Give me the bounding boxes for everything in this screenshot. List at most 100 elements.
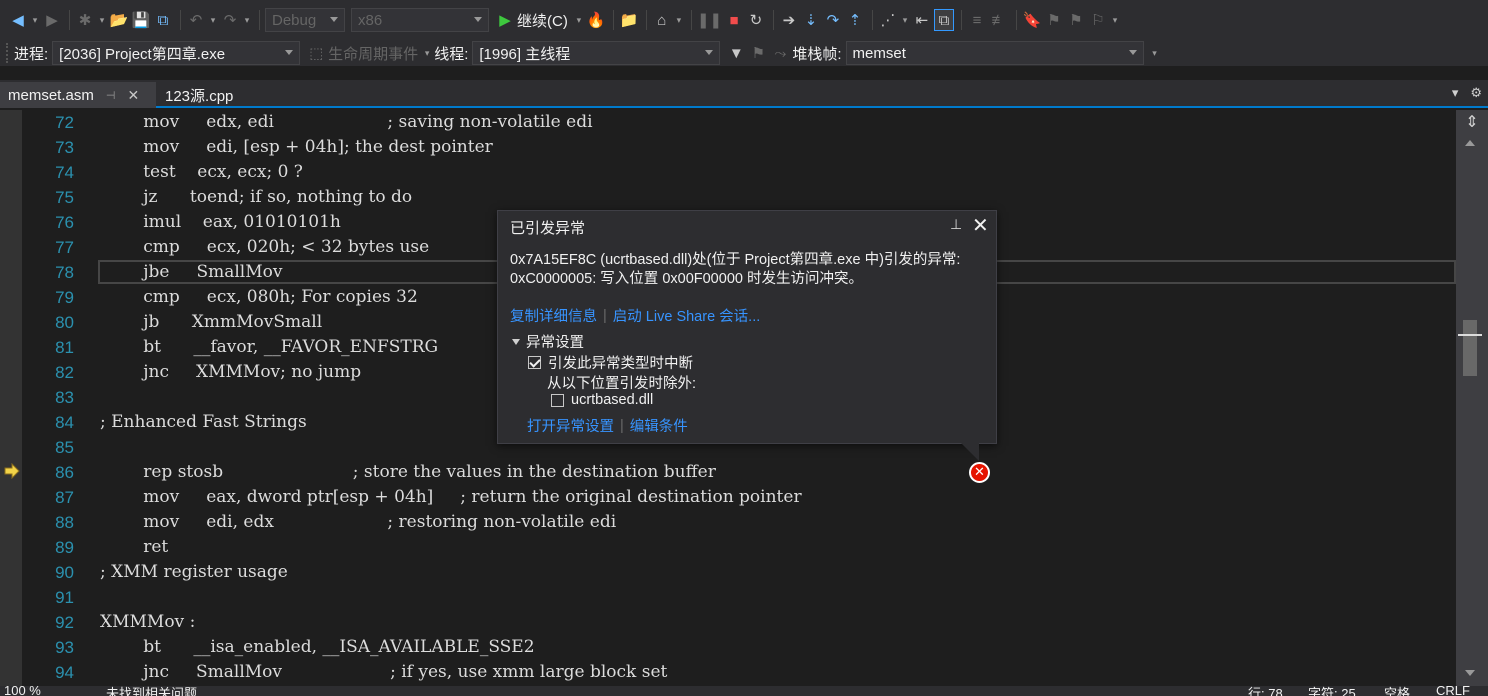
module-exception-checkbox[interactable] — [551, 393, 564, 407]
new-project-icon[interactable]: ✱ — [75, 9, 95, 31]
restart-icon[interactable]: ↻ — [746, 9, 766, 31]
settings-gear-icon[interactable]: ⚙ — [1470, 85, 1482, 101]
code-text[interactable]: XMMMov : — [100, 610, 195, 635]
step-out-icon[interactable]: ⇡ — [845, 9, 865, 31]
show-flagged-threads-icon[interactable]: ⤳ — [770, 42, 790, 64]
collapse-triangle-icon[interactable] — [512, 338, 520, 345]
copy-details-link[interactable]: 复制详细信息 — [510, 305, 597, 326]
code-line[interactable]: 87 mov eax, dword ptr[esp + 04h] ; retur… — [0, 485, 1456, 510]
step-over-icon[interactable]: ↷ — [823, 9, 843, 31]
toolbar-grip[interactable] — [6, 43, 10, 63]
next-statement-arrow-icon[interactable] — [4, 463, 20, 479]
code-text[interactable]: cmp ecx, 080h; For copies 32 — [100, 285, 418, 310]
toggle-flag-icon[interactable]: ⚑ — [748, 42, 768, 64]
tab-list-dropdown-icon[interactable]: ▾ — [1452, 85, 1459, 101]
break-on-exception-option[interactable]: 引发此异常类型时中断 — [528, 352, 693, 373]
break-all-icon[interactable]: ❚❚ — [697, 9, 722, 31]
home-dropdown-icon[interactable]: ▾ — [674, 9, 684, 31]
lifecycle-events-icon[interactable]: ⬚ — [306, 42, 326, 64]
code-text[interactable]: jz toend; if so, nothing to do — [100, 185, 412, 210]
bookmark-icon[interactable]: 🔖 — [1022, 9, 1042, 31]
break-on-exception-checkbox[interactable] — [528, 356, 541, 369]
code-line[interactable]: 75 jz toend; if so, nothing to do — [0, 185, 1456, 210]
split-window-icon[interactable]: ⇕ — [1461, 112, 1483, 134]
code-line[interactable]: 73 mov edi, [esp + 04h]; the dest pointe… — [0, 135, 1456, 160]
show-threads-in-source-icon[interactable]: ⧉ — [933, 9, 954, 31]
code-line[interactable]: 86 rep stosb ; store the values in the d… — [0, 460, 1456, 485]
code-text[interactable]: imul eax, 01010101h — [100, 210, 341, 235]
code-text[interactable]: bt __favor, __FAVOR_ENFSTRG — [100, 335, 438, 360]
line-ending-status[interactable]: CRLF — [1436, 686, 1470, 696]
code-text[interactable]: mov edi, [esp + 04h]; the dest pointer — [100, 135, 493, 160]
continue-icon[interactable]: ▶ — [495, 9, 515, 31]
lifecycle-dropdown-icon[interactable]: ▾ — [422, 42, 432, 64]
save-icon[interactable]: 💾 — [131, 9, 151, 31]
close-popup-icon[interactable]: ✕ — [972, 213, 989, 237]
edit-conditions-link[interactable]: 编辑条件 — [630, 415, 688, 436]
exception-settings-header[interactable]: 异常设置 — [512, 331, 584, 352]
thread-select[interactable]: [1996] 主线程 — [472, 41, 721, 65]
toolbar-options-icon[interactable]: ▾ — [1110, 9, 1120, 31]
code-text[interactable]: ; Enhanced Fast Strings — [100, 410, 307, 435]
code-text[interactable]: mov eax, dword ptr[esp + 04h] ; return t… — [100, 485, 801, 510]
undo-icon[interactable]: ↶ — [186, 9, 206, 31]
toolbar-options-icon[interactable]: ▾ — [1150, 42, 1160, 64]
continue-dropdown-icon[interactable]: ▾ — [574, 9, 584, 31]
code-text[interactable]: jnc SmallMov ; if yes, use xmm large blo… — [100, 660, 667, 685]
code-line[interactable]: 94 jnc SmallMov ; if yes, use xmm large … — [0, 660, 1456, 685]
code-line[interactable]: 92 XMMMov : — [0, 610, 1456, 635]
code-text[interactable]: cmp ecx, 020h; < 32 bytes use — [100, 235, 429, 260]
vertical-scrollbar[interactable]: ⇕ — [1456, 110, 1488, 686]
indent-status[interactable]: 空格 — [1384, 686, 1410, 696]
step-into-icon[interactable]: ⇣ — [801, 9, 821, 31]
tab-memset-asm[interactable]: memset.asm ⊣ ✕ — [0, 82, 156, 108]
home-icon[interactable]: ⌂ — [652, 9, 672, 31]
lifecycle-events-button[interactable]: 生命周期事件 — [328, 43, 418, 64]
code-line[interactable]: 90 ; XMM register usage — [0, 560, 1456, 585]
clear-bookmarks-icon[interactable]: ⚐ — [1088, 9, 1108, 31]
pin-icon[interactable]: ⊣ — [106, 89, 116, 102]
find-in-files-icon[interactable]: 📁 — [619, 9, 639, 31]
scroll-up-icon[interactable] — [1465, 140, 1475, 146]
next-bookmark-icon[interactable]: ⚑ — [1066, 9, 1086, 31]
show-next-statement-icon[interactable]: ➔ — [779, 9, 799, 31]
code-text[interactable]: ret — [100, 535, 168, 560]
scrollbar-thumb[interactable] — [1463, 320, 1477, 376]
new-project-dropdown-icon[interactable]: ▾ — [97, 9, 107, 31]
previous-bookmark-icon[interactable]: ⚑ — [1044, 9, 1064, 31]
scroll-down-icon[interactable] — [1465, 670, 1475, 676]
open-file-icon[interactable]: 📂 — [109, 9, 129, 31]
back-icon[interactable]: ◀ — [8, 9, 28, 31]
exception-error-icon[interactable]: ✕ — [969, 462, 990, 483]
code-line[interactable]: 88 mov edi, edx ; restoring non-volatile… — [0, 510, 1456, 535]
code-line[interactable]: 74 test ecx, ecx; 0 ? — [0, 160, 1456, 185]
filter-icon[interactable]: ▼ — [726, 42, 746, 64]
live-share-link[interactable]: 启动 Live Share 会话... — [613, 305, 760, 326]
platform-select[interactable]: x86 — [351, 8, 489, 32]
stack-frame-select[interactable]: memset — [845, 41, 1144, 65]
configuration-select[interactable]: Debug — [265, 8, 345, 32]
stop-debugging-icon[interactable]: ■ — [724, 9, 744, 31]
code-text[interactable]: rep stosb ; store the values in the dest… — [100, 460, 716, 485]
zoom-level[interactable]: 100 % — [4, 686, 41, 696]
code-text[interactable]: test ecx, ecx; 0 ? — [100, 160, 303, 185]
module-exception-option[interactable]: ucrtbased.dll — [551, 392, 653, 408]
uncomment-icon[interactable]: ≢ — [989, 9, 1009, 31]
code-text[interactable]: ; XMM register usage — [100, 560, 288, 585]
hot-reload-icon[interactable]: 🔥 — [586, 9, 606, 31]
continue-button[interactable]: 继续(C) — [517, 10, 568, 31]
code-text[interactable]: jb XmmMovSmall — [100, 310, 322, 335]
code-text[interactable]: mov edi, edx ; restoring non-volatile ed… — [100, 510, 616, 535]
code-text[interactable]: bt __isa_enabled, __ISA_AVAILABLE_SSE2 — [100, 635, 534, 660]
open-exception-settings-link[interactable]: 打开异常设置 — [527, 415, 614, 436]
redo-dropdown-icon[interactable]: ▾ — [242, 9, 252, 31]
code-line[interactable]: 93 bt __isa_enabled, __ISA_AVAILABLE_SSE… — [0, 635, 1456, 660]
code-text[interactable]: jnc XMMMov; no jump — [100, 360, 361, 385]
back-dropdown-icon[interactable]: ▾ — [30, 9, 40, 31]
code-text[interactable]: mov edx, edi ; saving non-volatile edi — [100, 110, 592, 135]
thread-marker-icon[interactable]: ⇤ — [912, 9, 932, 31]
code-line[interactable]: 89 ret — [0, 535, 1456, 560]
hex-display-dropdown-icon[interactable]: ▾ — [900, 9, 910, 31]
close-icon[interactable]: ✕ — [127, 87, 139, 104]
pin-popup-icon[interactable]: ⊥ — [950, 216, 962, 233]
